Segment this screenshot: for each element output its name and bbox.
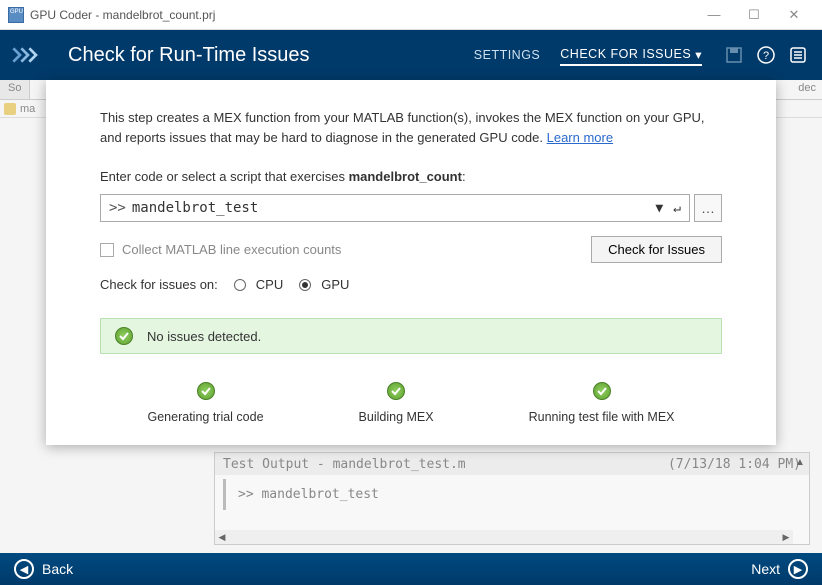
status-bar: No issues detected. [100,318,722,354]
scroll-left-icon[interactable]: ◀ [215,532,229,543]
window-titlebar: GPU Coder - mandelbrot_count.prj — ☐ ✕ [0,0,822,30]
bg-filename: ma [20,103,35,115]
browse-button[interactable]: … [694,194,722,222]
output-prompt: >> mandelbrot_test [223,479,801,510]
next-button[interactable]: Next ▶ [751,559,808,579]
enter-icon[interactable]: ↵ [673,201,681,216]
wizard-footer: ◀ Back Next ▶ [0,553,822,585]
test-output-pane: Test Output - mandelbrot_test.m (7/13/18… [214,452,810,545]
close-button[interactable]: ✕ [774,1,814,29]
page-title: Check for Run-Time Issues [68,44,454,67]
prompt-glyph: >> [109,200,126,216]
help-icon[interactable]: ? [754,43,778,67]
runtime-issues-panel: This step creates a MEX function from yo… [46,80,776,445]
status-text: No issues detected. [147,329,261,344]
scroll-up-icon[interactable]: ▲ [793,455,807,469]
chevron-down-icon: ▾ [695,47,702,62]
step-generate: Generating trial code [148,382,264,424]
gpu-radio[interactable] [299,279,311,291]
svg-text:?: ? [763,50,769,62]
window-buttons: — ☐ ✕ [694,1,814,29]
success-icon [593,382,611,400]
save-icon[interactable] [722,43,746,67]
back-button[interactable]: ◀ Back [14,559,73,579]
menu-icon[interactable] [786,43,810,67]
wizard-header: Check for Run-Time Issues SETTINGS CHECK… [0,30,822,80]
code-value: mandelbrot_test [132,200,258,216]
horizontal-scrollbar[interactable]: ◀ ▶ [215,530,793,544]
steps-row: Generating trial code Building MEX Runni… [100,382,722,424]
intro-text: This step creates a MEX function from yo… [100,108,722,147]
check-target-row: Check for issues on: CPU GPU [100,277,722,292]
file-icon [4,103,16,115]
settings-button[interactable]: SETTINGS [474,48,541,62]
next-arrow-icon: ▶ [788,559,808,579]
bg-tab-right: dec [792,80,822,99]
dropdown-icon[interactable]: ▼ [655,201,663,216]
scroll-right-icon[interactable]: ▶ [779,532,793,543]
collect-counts-checkbox[interactable] [100,243,114,257]
check-for-issues-button[interactable]: Check for Issues [591,236,722,263]
app-icon [8,7,24,23]
test-code-input[interactable]: >> mandelbrot_test ▼ ↵ [100,194,690,222]
maximize-button[interactable]: ☐ [734,1,774,29]
enter-code-label: Enter code or select a script that exerc… [100,169,722,184]
success-icon [115,327,133,345]
bg-tab-left: So [0,80,30,99]
step-build: Building MEX [359,382,434,424]
success-icon [387,382,405,400]
output-header: Test Output - mandelbrot_test.m (7/13/18… [215,453,809,475]
learn-more-link[interactable]: Learn more [547,130,613,145]
back-arrow-icon: ◀ [14,559,34,579]
input-right-controls: ▼ ↵ [655,201,681,216]
check-for-issues-dropdown[interactable]: CHECK FOR ISSUES ▾ [560,47,702,66]
step-run: Running test file with MEX [529,382,675,424]
collect-counts-label: Collect MATLAB line execution counts [122,242,341,257]
window-title: GPU Coder - mandelbrot_count.prj [30,8,694,22]
cpu-radio[interactable] [234,279,246,291]
chevron-icon [12,43,52,67]
minimize-button[interactable]: — [694,1,734,29]
success-icon [197,382,215,400]
